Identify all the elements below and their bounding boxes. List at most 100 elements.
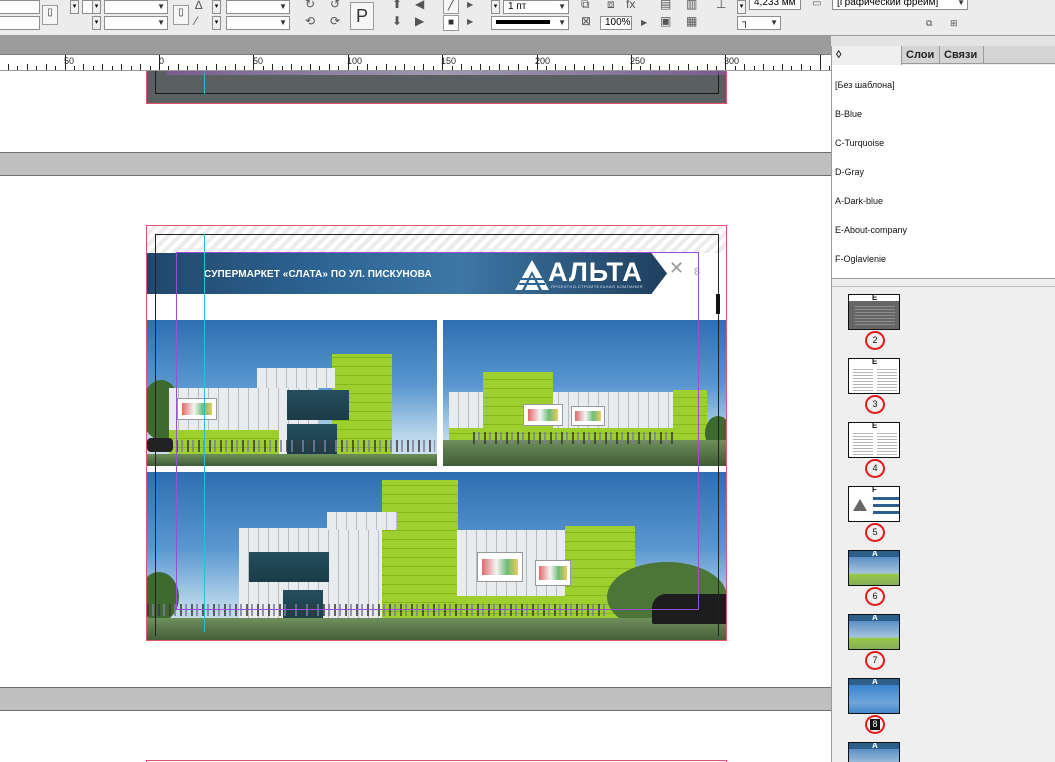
master-item-c-turquoise[interactable]: C-Turquoise (835, 138, 884, 148)
height-spinner-down[interactable]: ▾ (92, 16, 101, 30)
page-number-badge-2[interactable]: 2 (865, 331, 885, 350)
ruler-tick (27, 64, 28, 70)
ruler-tick (253, 55, 254, 70)
ruler-tick (83, 64, 84, 70)
ruler-tick (216, 64, 217, 70)
clear-overrides-icon[interactable]: ⧉ (926, 16, 932, 30)
page-thumbnail-5[interactable]: F (848, 486, 900, 522)
ruler-tick (461, 64, 462, 70)
page-number-badge-3[interactable]: 3 (865, 395, 885, 414)
master-item-a-dark-blue[interactable]: A-Dark-blue (835, 196, 883, 206)
page-number-badge-5[interactable]: 5 (865, 523, 885, 542)
corner-size-field[interactable]: 4,233 мм (749, 0, 801, 10)
master-item-d-gray[interactable]: D-Gray (835, 167, 864, 177)
corner-shape-field[interactable]: ┐ ▼ (737, 16, 781, 30)
page-thumbnail-3[interactable]: E (848, 358, 900, 394)
opacity-field[interactable]: 100% (600, 16, 632, 30)
page-thumbnail-2[interactable]: E (848, 294, 900, 330)
stroke-menu-arrow-icon[interactable]: ▶ (467, 15, 473, 29)
text-wrap-none-icon[interactable]: ▤ (660, 0, 671, 11)
master-item-b-blue[interactable]: B-Blue (835, 109, 862, 119)
master-letter: E (872, 422, 878, 430)
fit-frame-icon[interactable]: ⧈ (607, 0, 615, 11)
height-spinner-up[interactable]: ▾ (92, 0, 101, 14)
pages-panel: ◊ Страницы Слои Связи [Без шаблона] B-Bl… (831, 46, 1055, 762)
ruler-tick (404, 64, 405, 70)
ruler-tick (631, 55, 632, 70)
select-next-icon[interactable]: ▶ (415, 14, 424, 28)
select-content-icon[interactable]: ⬇ (392, 14, 402, 28)
rotate-90-cw-icon[interactable]: ↻ (305, 0, 315, 11)
opacity-icon[interactable]: ⊠ (581, 14, 591, 28)
flip-horizontal-icon[interactable]: ⟲ (305, 14, 315, 28)
reference-point-p-icon[interactable]: P (350, 2, 374, 30)
document-page-8[interactable]: СУПЕРМАРКЕТ «СЛАТА» ПО УЛ. ПИСКУНОВА АЛЬ… (146, 225, 727, 641)
constrain-proportions-icon[interactable]: ▯ (42, 5, 58, 25)
ruler-tick (442, 55, 443, 70)
page-thumbnail-9[interactable]: A (848, 742, 900, 762)
select-container-icon[interactable]: ⬆ (392, 0, 402, 11)
shear-icon[interactable]: ⁄ (195, 14, 197, 28)
ruler-tick (593, 64, 594, 70)
constrain-scale-icon[interactable]: ▯ (173, 5, 189, 25)
ruler-tick (319, 66, 320, 70)
page-thumbnail-8[interactable]: A (848, 678, 900, 714)
shear-angle-field[interactable]: ▼ (226, 16, 290, 30)
tab-pages[interactable]: ◊ Страницы (832, 46, 902, 79)
fit-content-icon[interactable]: ⧉ (581, 0, 590, 11)
object-style-options-icon[interactable]: ⊞ (950, 16, 958, 30)
page-number-badge-8-current[interactable]: 8 (865, 715, 885, 734)
x-position-field[interactable] (0, 0, 40, 14)
shear-spinner[interactable]: ▾ (212, 16, 221, 30)
ruler-tick (310, 64, 311, 70)
fill-menu-arrow-icon[interactable]: ▶ (467, 0, 473, 12)
object-style-icon[interactable]: ▭ (812, 0, 821, 11)
page-number-badge-4[interactable]: 4 (865, 459, 885, 478)
text-wrap-shape-icon[interactable]: ▣ (660, 14, 671, 28)
previous-page-bottom[interactable] (146, 71, 727, 104)
horizontal-ruler[interactable]: 50 0 50 100 150 200 250 300 (0, 55, 831, 71)
corner-size-spinner[interactable]: ▾ (737, 0, 746, 14)
fill-swatch-icon[interactable]: ╱ (443, 0, 459, 14)
master-item-f-oglavlenie[interactable]: F-Oglavlenie (835, 254, 886, 264)
ruler-tick (423, 64, 424, 70)
object-style-field[interactable]: [Графический фрейм] ▼ (832, 0, 968, 10)
document-pasteboard[interactable]: СУПЕРМАРКЕТ «СЛАТА» ПО УЛ. ПИСКУНОВА АЛЬ… (0, 71, 831, 762)
tab-layers[interactable]: Слои (902, 46, 940, 64)
ruler-tick (8, 64, 9, 70)
ruler-tick (187, 66, 188, 70)
corner-options-icon[interactable]: ⊥ (716, 0, 726, 11)
y-position-field[interactable] (0, 16, 40, 30)
page-number-badge-7[interactable]: 7 (865, 651, 885, 670)
page-number-badge-6[interactable]: 6 (865, 587, 885, 606)
frame-edge-marker (716, 294, 720, 314)
stroke-weight-field[interactable]: 1 пт ▼ (503, 0, 569, 14)
page-thumbnail-4[interactable]: E (848, 422, 900, 458)
select-previous-icon[interactable]: ◀ (415, 0, 424, 11)
rotate-90-ccw-icon[interactable]: ↺ (330, 0, 340, 11)
scale-x-field[interactable]: ▼ (104, 0, 168, 14)
opacity-menu-icon[interactable]: ▶ (641, 16, 647, 30)
stroke-swatch-icon[interactable]: ■ (443, 15, 459, 31)
master-item-none[interactable]: [Без шаблона] (835, 80, 895, 90)
ruler-tick (121, 64, 122, 70)
flip-vertical-icon[interactable]: ⟳ (330, 14, 340, 28)
rotate-spinner[interactable]: ▾ (212, 0, 221, 14)
page-thumbnail-6[interactable]: A (848, 550, 900, 586)
ruler-tick (386, 64, 387, 70)
width-spinner[interactable]: ▾ (70, 0, 79, 14)
stroke-weight-spinner[interactable]: ▾ (491, 0, 500, 14)
effects-icon[interactable]: fx (626, 0, 635, 11)
master-item-e-about-company[interactable]: E-About-company (835, 225, 907, 235)
ruler-tick (603, 66, 604, 70)
text-wrap-jump-icon[interactable]: ▦ (686, 14, 697, 28)
ruler-tick (235, 64, 236, 70)
rotate-angle-field[interactable]: ▼ (226, 0, 290, 14)
text-wrap-box-icon[interactable]: ▥ (686, 0, 697, 11)
stroke-type-field[interactable]: ▼ (491, 16, 569, 30)
rotate-icon[interactable]: ∆ (195, 0, 202, 12)
scale-y-field[interactable]: ▼ (104, 16, 168, 30)
page-thumbnail-7[interactable]: A (848, 614, 900, 650)
master-pages-list: [Без шаблона] B-Blue C-Turquoise D-Gray … (832, 65, 1055, 279)
tab-links[interactable]: Связи (940, 46, 984, 64)
